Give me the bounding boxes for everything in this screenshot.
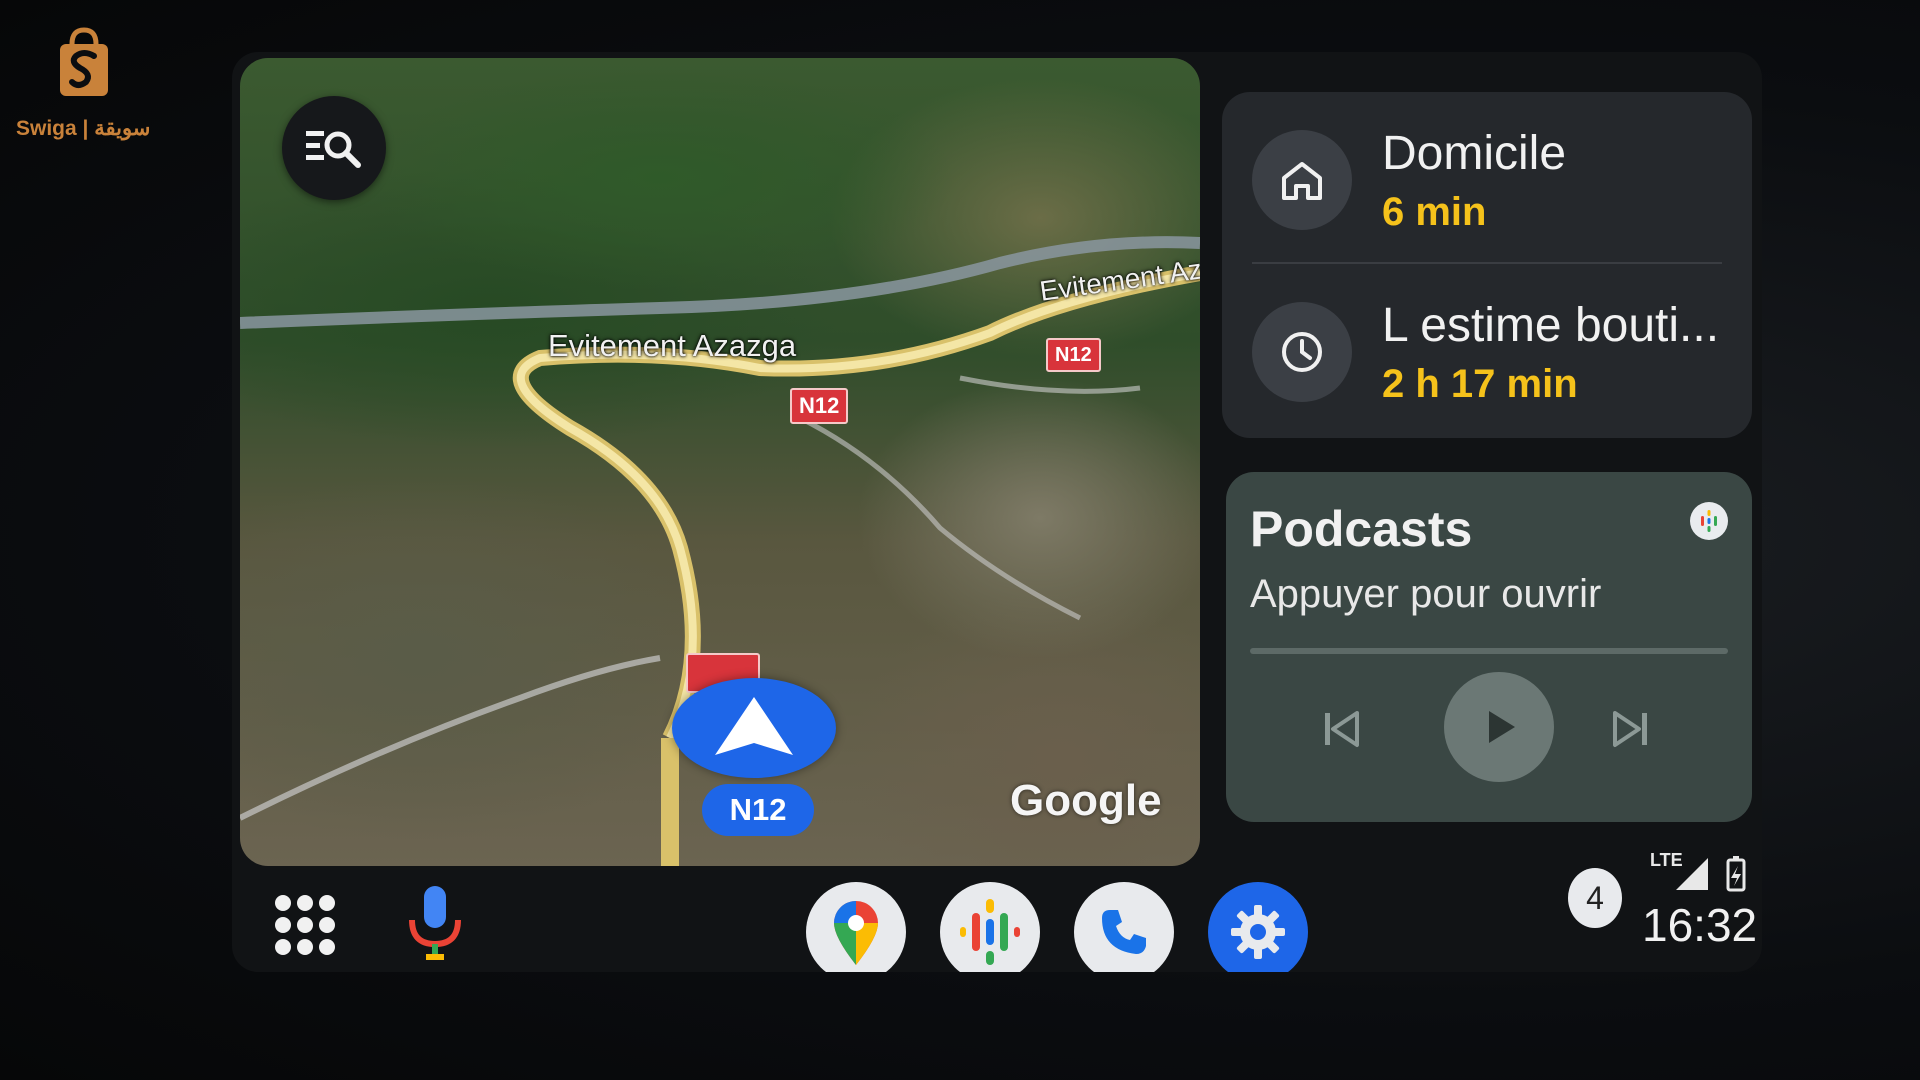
map-search-button[interactable] (282, 96, 386, 200)
destination-title: Domicile (1382, 127, 1567, 180)
play-button[interactable] (1444, 672, 1554, 782)
app-launcher-button[interactable] (272, 892, 338, 958)
skip-previous-icon (1325, 711, 1359, 747)
settings-icon (1231, 905, 1285, 959)
media-title: Podcasts (1250, 501, 1473, 557)
clock: 16:32 (1642, 899, 1758, 951)
navigation-arrow-icon (715, 697, 793, 755)
google-logo: Google (1010, 776, 1162, 825)
google-podcasts-icon (960, 899, 1020, 965)
home-icon (1282, 162, 1322, 200)
clock-icon-circle (1252, 302, 1352, 402)
microphone-icon (409, 886, 461, 960)
play-icon (1489, 711, 1515, 743)
skip-previous-button[interactable] (1306, 694, 1376, 764)
road-shield: N12 (1046, 338, 1101, 372)
destination-eta: 2 h 17 min (1382, 362, 1578, 406)
clock-icon (1282, 332, 1322, 372)
media-subtitle: Appuyer pour ouvrir (1250, 572, 1602, 616)
map-view[interactable]: Evitement Azazga Evitement Az N12 N12 N1… (240, 58, 1200, 866)
home-icon-circle (1252, 130, 1352, 230)
app-grid-icon (275, 895, 335, 955)
google-podcasts-app-button[interactable] (940, 882, 1040, 972)
notification-count-badge[interactable]: 4 (1568, 868, 1622, 928)
road-label: Evitement Azazga (548, 328, 797, 363)
android-auto-screen: Evitement Azazga Evitement Az N12 N12 N1… (232, 52, 1762, 972)
google-podcasts-icon (1690, 502, 1728, 540)
signal-battery-icons (1676, 856, 1746, 892)
skip-next-button[interactable] (1596, 694, 1666, 764)
google-maps-app-button[interactable] (806, 882, 906, 972)
destination-home[interactable]: Domicile 6 min (1222, 92, 1752, 264)
destination-eta: 6 min (1382, 190, 1487, 234)
destination-recent[interactable]: L estime bouti... 2 h 17 min (1222, 264, 1752, 436)
voice-assistant-button[interactable] (402, 884, 468, 964)
phone-icon (1102, 910, 1146, 954)
settings-app-button[interactable] (1208, 882, 1308, 972)
current-location-marker (672, 678, 836, 778)
skip-next-icon (1613, 711, 1647, 747)
cell-signal-icon (1676, 858, 1708, 890)
media-progress-bar (1250, 648, 1728, 654)
destination-title: L estime bouti... (1382, 299, 1720, 352)
menu-search-icon (306, 131, 361, 168)
destinations-card: Domicile 6 min L estime bouti... 2 h 17 … (1222, 92, 1752, 438)
phone-app-button[interactable] (1074, 882, 1174, 972)
google-maps-icon (834, 901, 878, 965)
watermark: Swiga | سويقة (14, 24, 174, 144)
road-shield: N12 (790, 388, 849, 424)
media-card[interactable]: Podcasts Appuyer pour ouvrir (1226, 472, 1752, 822)
shopping-bag-s-logo-icon (60, 27, 108, 96)
current-road-label: N12 (702, 784, 814, 836)
watermark-text: Swiga | سويقة (16, 117, 151, 140)
